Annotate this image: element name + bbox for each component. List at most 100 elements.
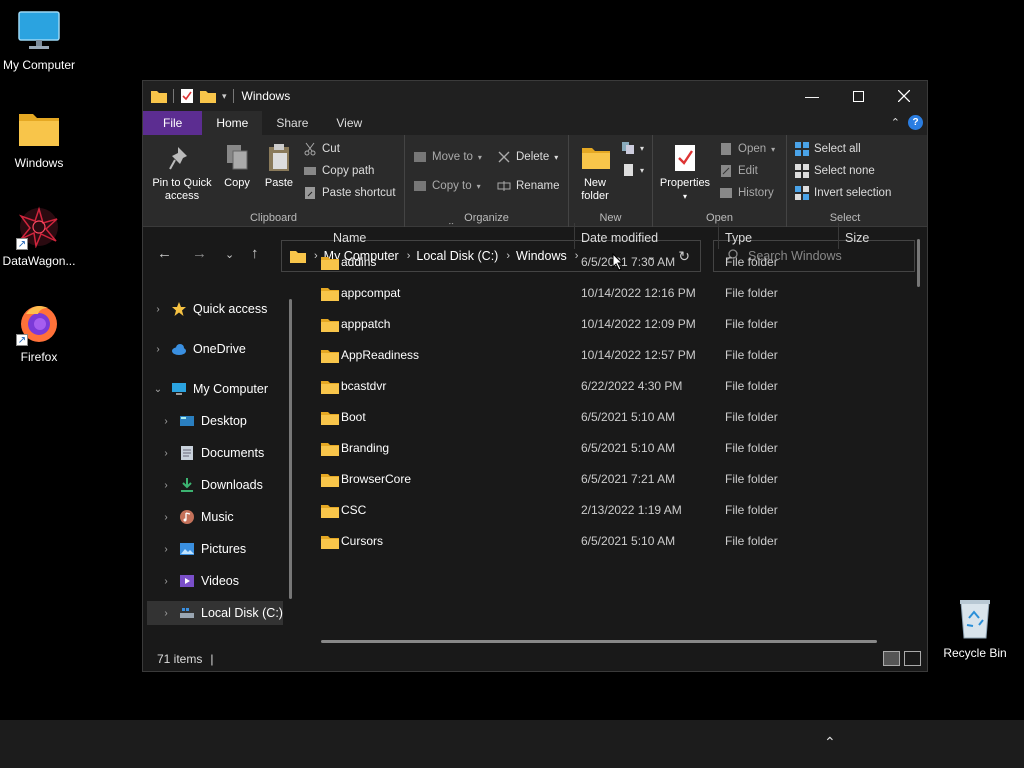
desktop-icon-my-computer[interactable]: My Computer bbox=[1, 10, 77, 72]
table-row[interactable]: Branding 6/5/2021 5:10 AM File folder bbox=[305, 433, 915, 464]
tab-file[interactable]: File bbox=[143, 111, 203, 135]
file-date-modified: 10/14/2022 12:16 PM bbox=[581, 286, 696, 300]
close-button[interactable] bbox=[881, 81, 927, 111]
edit-button[interactable]: Edit bbox=[719, 164, 758, 178]
invert-selection-button[interactable]: Invert selection bbox=[795, 186, 891, 200]
chevron-right-icon[interactable]: › bbox=[159, 416, 173, 427]
tab-home[interactable]: Home bbox=[202, 111, 263, 135]
new-folder-icon[interactable] bbox=[200, 89, 216, 103]
chevron-right-icon[interactable]: › bbox=[159, 576, 173, 587]
horizontal-scrollbar[interactable] bbox=[321, 640, 877, 643]
properties-button[interactable]: Properties ▾ bbox=[657, 143, 713, 203]
delete-button[interactable]: Delete ▾ bbox=[497, 150, 558, 164]
table-row[interactable]: Cursors 6/5/2021 5:10 AM File folder bbox=[305, 526, 915, 557]
chevron-right-icon[interactable]: › bbox=[151, 304, 165, 315]
table-row[interactable]: AppReadiness 10/14/2022 12:57 PM File fold… bbox=[305, 340, 915, 371]
paste-shortcut-button[interactable]: Paste shortcut bbox=[303, 186, 396, 200]
move-to-button[interactable]: Move to ▾ bbox=[413, 150, 482, 164]
nav-item-my-computer[interactable]: ⌄ My Computer bbox=[151, 377, 268, 401]
open-button[interactable]: Open ▾ bbox=[719, 142, 775, 156]
vertical-scrollbar[interactable] bbox=[917, 239, 920, 287]
file-type: File folder bbox=[725, 534, 778, 548]
move-to-icon bbox=[413, 150, 427, 164]
chevron-right-icon[interactable]: › bbox=[159, 608, 173, 619]
quick-access-toolbar: ▾ bbox=[143, 88, 234, 104]
select-group: Select all Select none Invert selection … bbox=[787, 135, 903, 227]
chevron-down-icon: ▾ bbox=[640, 143, 645, 153]
maximize-button[interactable] bbox=[835, 81, 881, 111]
nav-item-onedrive[interactable]: › OneDrive bbox=[151, 337, 245, 361]
invert-selection-icon bbox=[795, 186, 809, 200]
desktop-icon-firefox[interactable]: ↗ Firefox bbox=[1, 302, 77, 364]
rename-button[interactable]: Rename bbox=[497, 179, 559, 193]
cut-button[interactable]: Cut bbox=[303, 142, 340, 156]
table-row[interactable]: appcompat 10/14/2022 12:16 PM File folder bbox=[305, 278, 915, 309]
nav-item-downloads[interactable]: › Downloads bbox=[159, 473, 263, 497]
show-hidden-icons-chevron-icon[interactable]: ⌃ bbox=[824, 734, 836, 751]
properties-check-icon[interactable] bbox=[180, 88, 194, 104]
desktop-icon-recycle-bin[interactable]: Recycle Bin bbox=[937, 598, 1013, 660]
mouse-cursor-icon bbox=[612, 252, 624, 274]
history-label: History bbox=[738, 187, 774, 199]
easy-access-button[interactable]: ▾ bbox=[621, 163, 644, 177]
tab-view[interactable]: View bbox=[322, 111, 376, 135]
new-folder-button[interactable]: New folder bbox=[575, 143, 615, 203]
recycle-bin-icon bbox=[952, 598, 998, 640]
properties-icon bbox=[671, 143, 699, 173]
open-group: Properties ▾ Open ▾ Edit History Open bbox=[653, 135, 787, 227]
chevron-right-icon[interactable]: › bbox=[159, 544, 173, 555]
open-label: Open bbox=[738, 143, 767, 155]
chevron-right-icon[interactable]: › bbox=[159, 512, 173, 523]
monitor-icon bbox=[16, 10, 62, 52]
details-view-icon[interactable] bbox=[883, 651, 900, 666]
nav-item-videos[interactable]: › Videos bbox=[159, 569, 239, 593]
collapse-ribbon-icon[interactable]: ⌃ bbox=[891, 116, 900, 129]
divider bbox=[232, 89, 234, 103]
pin-icon bbox=[168, 143, 196, 173]
chevron-right-icon[interactable]: › bbox=[151, 344, 165, 355]
table-row[interactable]: Boot 6/5/2021 5:10 AM File folder bbox=[305, 402, 915, 433]
help-icon[interactable]: ? bbox=[908, 115, 923, 130]
desktop-icon-windows[interactable]: Windows bbox=[1, 108, 77, 170]
large-icons-view-icon[interactable] bbox=[904, 651, 921, 666]
column-divider[interactable] bbox=[574, 223, 575, 249]
column-divider[interactable] bbox=[838, 223, 839, 249]
pin-label: Pin to Quick access bbox=[152, 177, 212, 202]
nav-item-desktop[interactable]: › Desktop bbox=[159, 409, 247, 433]
nav-item-documents[interactable]: › Documents bbox=[159, 441, 264, 465]
select-all-button[interactable]: Select all bbox=[795, 142, 861, 156]
table-row[interactable]: apppatch 10/14/2022 12:09 PM File folder bbox=[305, 309, 915, 340]
folder-icon bbox=[321, 350, 339, 363]
chevron-right-icon[interactable]: › bbox=[159, 480, 173, 491]
paste-button[interactable]: Paste bbox=[261, 143, 297, 190]
new-item-button[interactable]: ▾ bbox=[621, 141, 644, 155]
qat-dropdown-icon[interactable]: ▾ bbox=[222, 91, 227, 102]
copy-label: Copy bbox=[224, 177, 250, 189]
copy-path-button[interactable]: Copy path bbox=[303, 164, 374, 178]
select-none-button[interactable]: Select none bbox=[795, 164, 875, 178]
nav-item-label: Music bbox=[201, 510, 234, 524]
nav-item-pictures[interactable]: › Pictures bbox=[159, 537, 246, 561]
table-row[interactable]: CSC 2/13/2022 1:19 AM File folder bbox=[305, 495, 915, 526]
chevron-down-icon[interactable]: ⌄ bbox=[151, 384, 165, 395]
nav-item-local-disk[interactable]: › Local Disk (C:) bbox=[147, 601, 283, 625]
nav-item-quick-access[interactable]: › Quick access bbox=[151, 297, 267, 321]
nav-item-label: Desktop bbox=[201, 414, 247, 428]
chevron-right-icon[interactable]: › bbox=[159, 448, 173, 459]
table-row[interactable]: addins 6/5/2021 7:30 AM File folder bbox=[305, 247, 915, 278]
desktop-icon-datawagon[interactable]: ↗ DataWagon... bbox=[1, 206, 77, 268]
rename-label: Rename bbox=[516, 180, 560, 192]
copy-to-button[interactable]: Copy to ▾ bbox=[413, 179, 481, 193]
pin-to-quick-access-button[interactable]: Pin to Quick access bbox=[149, 143, 215, 203]
tab-share[interactable]: Share bbox=[262, 111, 322, 135]
column-divider[interactable] bbox=[718, 223, 719, 249]
minimize-button[interactable]: — bbox=[789, 81, 835, 111]
pictures-icon bbox=[179, 541, 195, 557]
nav-item-music[interactable]: › Music bbox=[159, 505, 234, 529]
table-row[interactable]: BrowserCore 6/5/2021 7:21 AM File folder bbox=[305, 464, 915, 495]
nav-scrollbar[interactable] bbox=[289, 299, 292, 599]
table-row[interactable]: bcastdvr 6/22/2022 4:30 PM File folder bbox=[305, 371, 915, 402]
title-bar[interactable]: ▾ Windows — bbox=[143, 81, 927, 111]
copy-button[interactable]: Copy bbox=[221, 143, 253, 190]
history-button[interactable]: History bbox=[719, 186, 774, 200]
